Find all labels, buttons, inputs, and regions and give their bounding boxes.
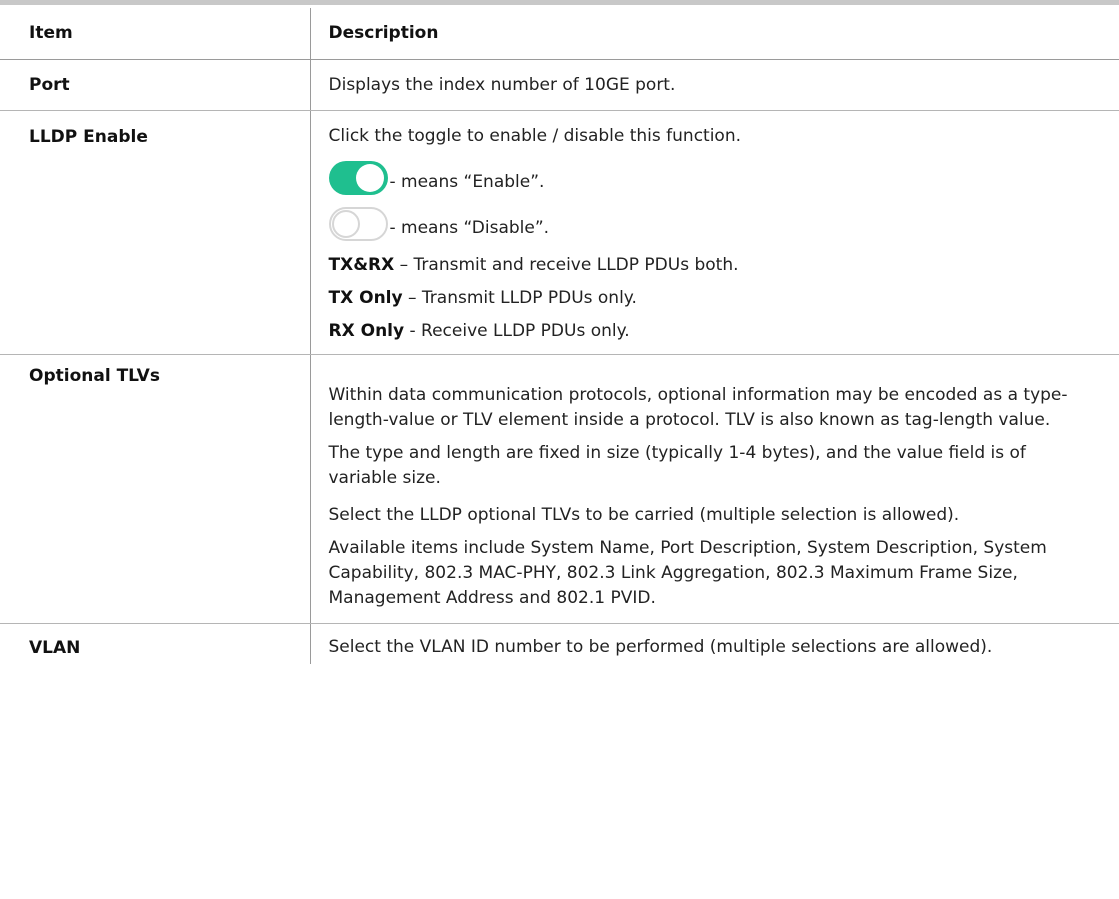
desc-tlv-p2: The type and length are fixed in size (t… — [328, 443, 1026, 488]
header-item: Item — [0, 8, 310, 60]
desc-tlv-p1: Within data communication protocols, opt… — [328, 385, 1068, 430]
desc-rxonly: RX Only - Receive LLDP PDUs only. — [329, 319, 1090, 344]
toggle-on-text: - means “Enable”. — [389, 172, 545, 192]
toggle-off-icon — [328, 207, 388, 241]
item-label-optional-tlvs: Optional TLVs — [29, 366, 160, 386]
item-label-lldp-enable: LLDP Enable — [29, 127, 148, 147]
table-row-port: Port Displays the index number of 10GE p… — [0, 59, 1119, 111]
description-table: Item Description Port Displays the index… — [0, 8, 1119, 664]
item-label-port: Port — [29, 74, 70, 95]
table-row-vlan: VLAN Select the VLAN ID number to be per… — [0, 623, 1119, 664]
term-txrx: TX&RX — [328, 255, 395, 275]
toggle-off-text: - means “Disable”. — [389, 218, 550, 238]
desc-tlv-p3: Select the LLDP optional TLVs to be carr… — [328, 505, 960, 525]
toggle-disable-legend: - means “Disable”. — [328, 201, 1090, 241]
header-description: Description — [309, 8, 1119, 60]
term-txonly: TX Only — [328, 288, 403, 308]
item-label-vlan: VLAN — [29, 638, 81, 658]
term-rxonly: RX Only — [328, 321, 405, 341]
table-header-row: Item Description — [0, 8, 1119, 60]
desc-tlv-p4: Available items include System Name, Por… — [328, 538, 1047, 608]
table-row-optional-tlvs: Optional TLVs Within data communication … — [0, 354, 1119, 624]
top-rule — [0, 0, 1119, 5]
toggle-enable-legend: - means “Enable”. — [328, 155, 1090, 195]
toggle-on-icon — [328, 161, 388, 195]
desc-txrx: TX&RX – Transmit and receive LLDP PDUs b… — [329, 253, 1090, 278]
desc-port: Displays the index number of 10GE port. — [328, 74, 676, 95]
desc-vlan: Select the VLAN ID number to be performe… — [328, 637, 993, 657]
desc-lldp-intro: Click the toggle to enable / disable thi… — [328, 126, 742, 146]
text-rxonly: - Receive LLDP PDUs only. — [404, 321, 630, 341]
desc-txonly: TX Only – Transmit LLDP PDUs only. — [329, 286, 1090, 311]
table-row-lldp-enable: LLDP Enable Click the toggle to enable /… — [0, 110, 1119, 355]
text-txrx: – Transmit and receive LLDP PDUs both. — [394, 255, 739, 275]
text-txonly: – Transmit LLDP PDUs only. — [402, 288, 637, 308]
